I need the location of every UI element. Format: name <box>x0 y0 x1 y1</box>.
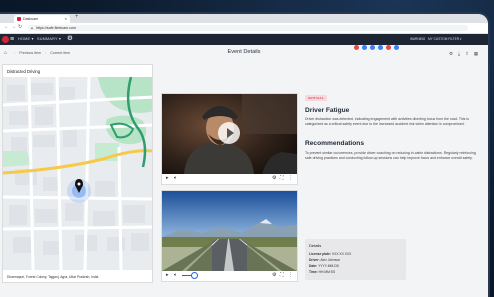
lock-icon: 🔒︎ <box>31 26 33 30</box>
settings-icon[interactable]: ⚙ <box>449 51 453 56</box>
url-input[interactable]: 🔒︎ https://safe.fleetcam.com <box>28 25 468 31</box>
more-options-icon[interactable]: ⋮ <box>288 272 293 278</box>
browser-window: Dashcam × + ← → ↻ 🔒︎ https://safe.fleetc… <box>0 14 488 297</box>
license-label: License plate: <box>309 252 331 256</box>
detail-license-plate: License plate: XXX XX XXX <box>309 252 351 256</box>
recommendations-text: To prevent similar occurrences, provide … <box>305 151 476 160</box>
settings-gear-icon[interactable]: ⚙ <box>67 35 73 43</box>
nav-summary-label: SUMMARY <box>37 37 58 41</box>
event-description: Driver distraction was detected, indicat… <box>305 117 469 126</box>
tab-title: Dashcam <box>23 17 39 21</box>
play-icon[interactable]: ▸ <box>166 272 169 278</box>
event-title: Driver Fatigue <box>305 107 350 114</box>
volume-slider-knob[interactable] <box>191 272 198 279</box>
time-value: HH:MM:SS <box>318 270 336 274</box>
date-label: Date: <box>309 264 318 268</box>
close-tab-icon[interactable]: × <box>65 15 67 23</box>
event-location-map[interactable] <box>3 77 153 270</box>
download-icon[interactable]: ⤓ <box>458 51 460 56</box>
more-options-icon[interactable]: ⋮ <box>288 175 293 181</box>
brand-logo[interactable] <box>2 36 9 43</box>
driver-value: Alex Johnson <box>320 258 341 262</box>
details-title: Details <box>309 243 322 248</box>
forward-icon[interactable]: → <box>11 24 16 30</box>
page-title: Event Details <box>227 49 261 55</box>
detail-time: Time: HH:MM:SS <box>309 270 335 274</box>
favicon-icon <box>17 17 21 21</box>
details-card: Details License plate: XXX XX XXX Driver… <box>305 239 406 280</box>
back-icon[interactable]: ← <box>4 24 9 30</box>
road-video-frame <box>162 191 297 271</box>
browser-url-bar: ← → ↻ 🔒︎ https://safe.fleetcam.com <box>0 23 488 34</box>
reload-icon[interactable]: ↻ <box>18 24 22 30</box>
share-icon[interactable]: ⇪ <box>465 51 469 56</box>
app-header: ≡ HOME ▾ SUMMARY ▾ ⚙ WARNING MY CUSTOM F… <box>0 34 488 50</box>
map-address: Dharmapuri, Forest Colony, Tajganj, Agra… <box>7 275 99 279</box>
park-area <box>3 151 31 167</box>
url-text: https://safe.fleetcam.com <box>36 26 76 30</box>
detail-date: Date: YYYY-MM-DD <box>309 264 339 268</box>
custom-filter-dropdown[interactable]: MY CUSTOM FILTER ▾ <box>428 36 462 43</box>
map-card: Distracted Driving Dharmapuri, Forest Co… <box>2 64 153 283</box>
date-value: YYYY-MM-DD <box>318 264 340 268</box>
nav-home-label: HOME <box>18 37 31 41</box>
page-toolbar: ⚙ ⤓ ⇪ ▦ <box>449 51 483 57</box>
new-tab-icon[interactable]: + <box>75 14 79 20</box>
nav-summary[interactable]: SUMMARY ▾ <box>37 36 61 43</box>
recommendations-title: Recommendations <box>305 140 364 147</box>
severity-badge: CRITICAL <box>305 95 327 101</box>
video-controls: ▸ 🔈︎ ⚙ ⛶ ⋮ <box>162 271 297 281</box>
nav-home[interactable]: HOME ▾ <box>18 36 34 43</box>
video-settings-icon[interactable]: ⚙ <box>272 175 276 181</box>
driver-label: Driver: <box>309 258 320 262</box>
play-button[interactable] <box>218 122 240 144</box>
map-title: Distracted Driving <box>7 69 41 74</box>
volume-icon[interactable]: 🔈︎ <box>174 175 177 181</box>
hamburger-menu-icon[interactable]: ≡ <box>10 35 14 44</box>
user-status[interactable]: WARNING <box>410 36 425 43</box>
fullscreen-icon[interactable]: ⛶ <box>280 175 284 181</box>
cabin-video-player[interactable]: ▸ 🔈︎ ⚙ ⛶ ⋮ <box>161 93 298 185</box>
video-controls: ▸ 🔈︎ ⚙ ⛶ ⋮ <box>162 174 297 184</box>
page-subheader: ⌂ › Previous item › Current item Event D… <box>0 45 488 60</box>
detail-driver: Driver: Alex Johnson <box>309 258 340 262</box>
play-icon[interactable]: ▸ <box>166 175 169 181</box>
grid-icon[interactable]: ▦ <box>474 51 478 56</box>
filter-label: MY CUSTOM FILTER <box>428 37 459 41</box>
video-settings-icon[interactable]: ⚙ <box>272 272 276 278</box>
fullscreen-icon[interactable]: ⛶ <box>280 272 284 278</box>
license-value: XXX XX XXX <box>331 252 352 256</box>
volume-icon[interactable]: 🔈︎ <box>174 272 177 278</box>
browser-tab-bar: Dashcam × + <box>0 14 488 30</box>
road-video-player[interactable]: ▸ 🔈︎ ⚙ ⛶ ⋮ <box>161 190 298 282</box>
browser-tab[interactable]: Dashcam × <box>14 15 70 23</box>
time-label: Time: <box>309 270 318 274</box>
